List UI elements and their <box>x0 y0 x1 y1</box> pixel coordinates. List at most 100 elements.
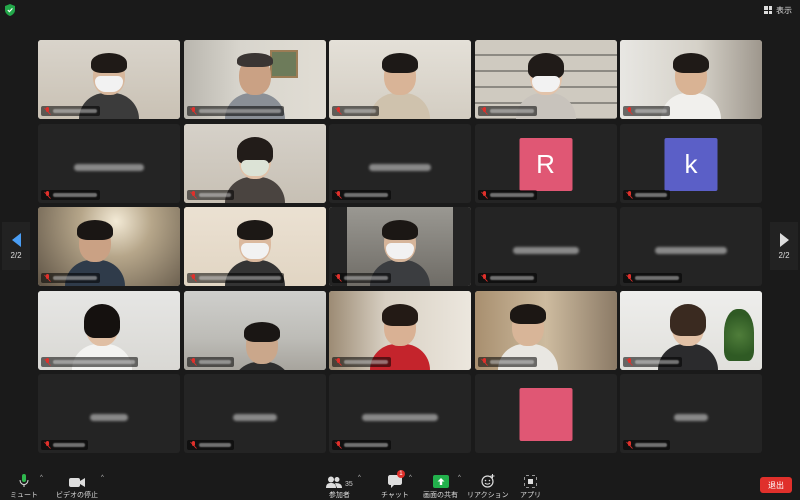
avatar <box>519 388 572 441</box>
mic-muted-icon <box>335 274 342 282</box>
security-shield-icon[interactable] <box>5 4 15 16</box>
mic-muted-icon <box>626 107 633 115</box>
participant-name <box>329 158 471 176</box>
mic-muted-icon <box>626 441 633 449</box>
participants-button[interactable]: 35 参加者 <box>326 472 353 500</box>
participant-tile[interactable]: k <box>620 123 762 203</box>
name-tag <box>186 189 234 200</box>
chat-button[interactable]: 1 チャット <box>381 470 409 500</box>
participant-tile[interactable] <box>38 40 180 119</box>
name-tag <box>332 440 391 450</box>
name-tag <box>623 356 682 367</box>
view-label: 表示 <box>776 5 792 15</box>
participant-tile[interactable] <box>38 374 180 453</box>
participant-tile[interactable] <box>38 123 180 203</box>
name-tag <box>186 273 284 283</box>
participant-tile[interactable] <box>329 207 471 286</box>
participant-tile[interactable] <box>183 40 326 119</box>
avatar: k <box>664 137 718 191</box>
share-screen-label: 画面の共有 <box>423 492 458 499</box>
audio-options-caret[interactable]: ^ <box>40 475 43 481</box>
mic-muted-icon <box>626 190 633 199</box>
participant-name <box>38 408 180 426</box>
next-page-button[interactable]: 2/2 <box>770 222 798 270</box>
participant-tile[interactable] <box>329 290 471 370</box>
participant-tile[interactable] <box>38 207 180 286</box>
avatar: R <box>519 137 572 191</box>
chat-label: チャット <box>381 492 409 499</box>
chat-options-caret[interactable]: ^ <box>409 475 412 481</box>
gallery-view: R k <box>38 40 762 454</box>
video-options-caret[interactable]: ^ <box>101 475 104 481</box>
stop-video-button[interactable]: ビデオの停止 <box>56 472 98 500</box>
participant-tile[interactable] <box>183 290 326 370</box>
reactions-label: リアクション <box>467 492 509 499</box>
participant-video <box>661 47 721 119</box>
participant-tile[interactable] <box>474 290 617 370</box>
share-options-caret[interactable]: ^ <box>458 475 461 481</box>
name-tag <box>623 273 682 283</box>
view-button[interactable]: 表示 <box>764 3 792 17</box>
mic-muted-icon <box>480 357 488 366</box>
mute-button[interactable]: ミュート <box>10 472 38 500</box>
mic-muted-icon <box>335 441 342 449</box>
name-tag <box>332 189 391 200</box>
mic-muted-icon <box>626 274 633 282</box>
participant-tile[interactable] <box>329 374 471 453</box>
name-tag <box>186 440 234 450</box>
participants-label: 参加者 <box>328 492 350 499</box>
participant-tile[interactable] <box>620 374 762 453</box>
participant-tile[interactable] <box>329 40 471 119</box>
previous-page-button[interactable]: 2/2 <box>2 222 30 270</box>
leave-meeting-button[interactable]: 退出 <box>760 477 792 493</box>
meeting-toolbar: ミュート ^ ビデオの停止 ^ 35 参加者 ^ 1 チャット ^ 画面の共有 … <box>0 470 800 500</box>
participant-tile[interactable] <box>620 40 762 119</box>
video-camera-icon <box>69 478 85 487</box>
participant-tile[interactable] <box>183 207 326 286</box>
name-tag <box>623 440 670 450</box>
participant-name <box>329 408 471 426</box>
name-tag <box>41 106 100 116</box>
mic-muted-icon <box>335 107 342 115</box>
name-tag <box>332 106 379 116</box>
share-screen-button[interactable]: 画面の共有 <box>423 472 458 500</box>
reactions-button[interactable]: リアクション <box>467 472 509 500</box>
participants-options-caret[interactable]: ^ <box>358 475 361 481</box>
name-tag <box>477 106 537 116</box>
apps-button[interactable]: アプリ <box>520 472 541 500</box>
mute-label: ミュート <box>10 492 38 499</box>
participant-tile[interactable] <box>620 207 762 286</box>
participant-name <box>620 241 762 259</box>
participant-tile[interactable] <box>38 290 180 370</box>
participant-tile[interactable]: R <box>474 123 617 203</box>
participant-name <box>620 408 762 426</box>
participant-video <box>224 131 285 203</box>
apps-label: アプリ <box>520 492 541 499</box>
name-tag <box>41 440 88 450</box>
participant-name <box>38 158 180 176</box>
mic-muted-icon <box>189 190 197 199</box>
participant-tile[interactable] <box>474 374 617 453</box>
participant-tile[interactable] <box>620 290 762 370</box>
name-tag <box>477 273 537 283</box>
arrow-right-icon <box>779 232 789 247</box>
share-screen-icon <box>432 475 449 488</box>
stop-video-label: ビデオの停止 <box>56 492 98 499</box>
name-tag <box>41 189 100 200</box>
mic-muted-icon <box>480 107 488 115</box>
participant-tile[interactable] <box>474 40 617 119</box>
mic-muted-icon <box>44 190 51 199</box>
mic-muted-icon <box>44 357 51 366</box>
top-bar: 表示 <box>0 0 800 20</box>
participant-tile[interactable] <box>474 207 617 286</box>
participant-tile[interactable] <box>183 374 326 453</box>
mic-muted-icon <box>44 441 51 449</box>
participant-tile[interactable] <box>183 123 326 203</box>
mic-muted-icon <box>480 274 488 282</box>
mic-muted-icon <box>189 274 197 282</box>
participant-tile[interactable] <box>329 123 471 203</box>
name-tag <box>477 189 537 200</box>
name-tag <box>332 356 391 367</box>
mic-muted-icon <box>189 441 197 449</box>
reaction-smiley-icon <box>481 474 495 488</box>
